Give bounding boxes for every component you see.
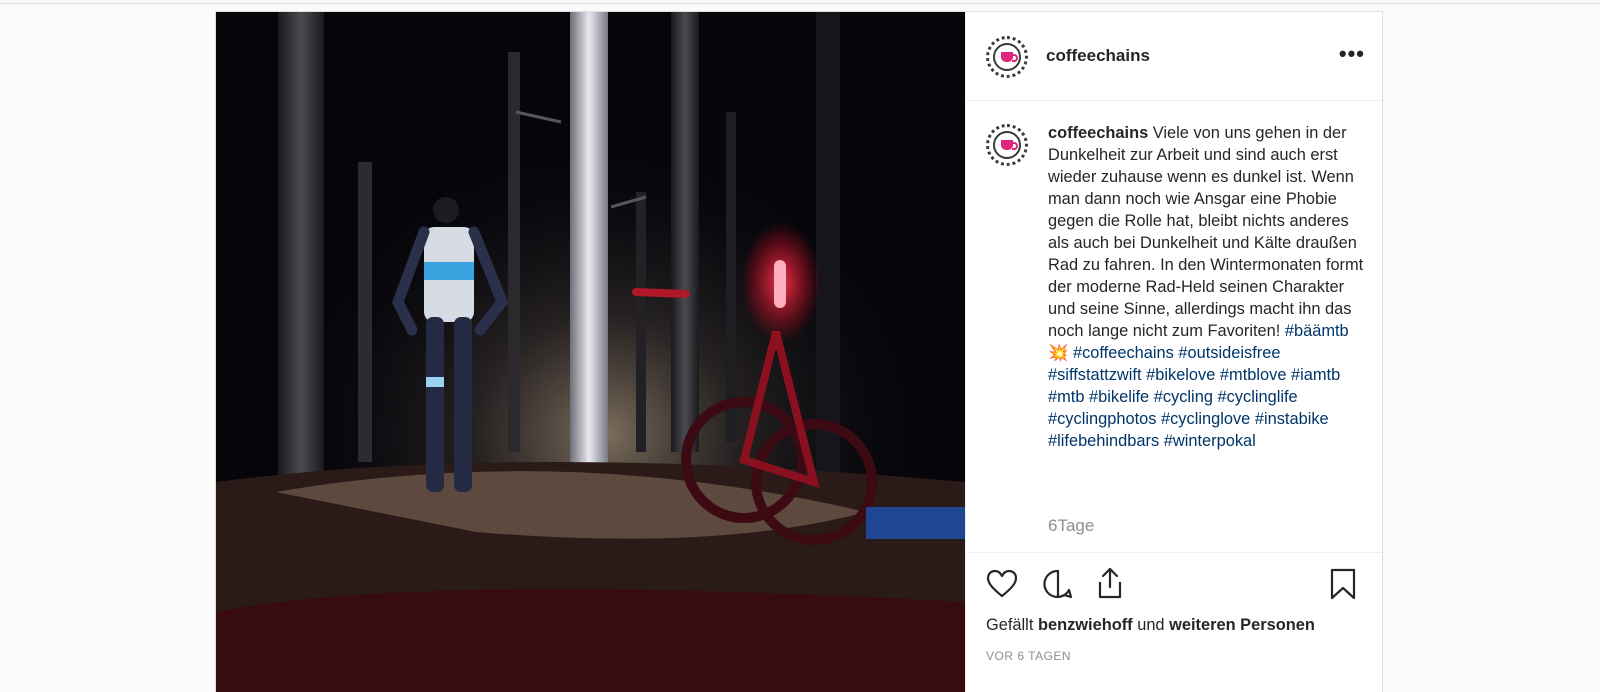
hashtag-link[interactable]: #cyclinglove xyxy=(1161,410,1250,428)
comment-icon[interactable] xyxy=(1042,568,1074,600)
comment-age: 6Tage xyxy=(1048,516,1095,535)
hashtag-link[interactable]: #lifebehindbars xyxy=(1048,432,1159,450)
avatar[interactable] xyxy=(986,36,1028,78)
post-caption: coffeechains Viele von uns gehen in der … xyxy=(1048,122,1366,452)
hashtag-link[interactable]: #cyclinglife xyxy=(1218,388,1298,406)
caption-hashtags: #bäämtb 💥 #coffeechains #outsideisfree #s… xyxy=(1048,322,1349,450)
heart-icon[interactable] xyxy=(986,568,1018,600)
divider xyxy=(966,552,1385,553)
liked-by-user[interactable]: benzwiehoff xyxy=(1038,616,1133,634)
hashtag-link[interactable]: #coffeechains xyxy=(1073,344,1174,362)
caption-text: Viele von uns gehen in der Dunkelheit zu… xyxy=(1048,124,1364,340)
post-card: coffeechains ••• coffeechains Viele von … xyxy=(215,11,1385,692)
browser-top-border xyxy=(0,0,1600,4)
caption-avatar[interactable] xyxy=(986,124,1028,166)
hashtag-link[interactable]: #bikelife xyxy=(1089,388,1149,406)
post-timestamp[interactable]: VOR 6 TAGEN xyxy=(986,649,1071,663)
night-forest-cyclist-image xyxy=(216,12,965,692)
header-username[interactable]: coffeechains xyxy=(1046,46,1150,66)
hashtag-link[interactable]: #outsideisfree xyxy=(1178,344,1280,362)
coffee-cup-icon xyxy=(1001,52,1018,62)
coffee-cup-icon xyxy=(1001,140,1018,150)
explosion-emoji-icon: 💥 xyxy=(1048,344,1069,362)
hashtag-link[interactable]: #iamtb xyxy=(1291,366,1340,384)
hashtag-link[interactable]: #instabike xyxy=(1255,410,1329,428)
hashtag-link[interactable]: #bikelove xyxy=(1146,366,1215,384)
likes-summary: Gefällt benzwiehoff und weiteren Persone… xyxy=(986,616,1315,634)
bookmark-icon[interactable] xyxy=(1328,567,1358,601)
hashtag-link[interactable]: #cyclingphotos xyxy=(1048,410,1156,428)
hashtag-link[interactable]: #siffstattzwift xyxy=(1048,366,1142,384)
hashtag-link[interactable]: #winterpokal xyxy=(1164,432,1256,450)
hashtag-link[interactable]: #bäämtb xyxy=(1285,322,1349,340)
share-icon[interactable] xyxy=(1094,566,1126,600)
more-options-icon[interactable]: ••• xyxy=(1339,43,1365,65)
hashtag-link[interactable]: #cycling xyxy=(1154,388,1213,406)
hashtag-link[interactable]: #mtb xyxy=(1048,388,1084,406)
post-photo[interactable] xyxy=(216,12,965,692)
liked-by-others[interactable]: weiteren Personen xyxy=(1169,616,1315,634)
post-sidebar: coffeechains ••• coffeechains Viele von … xyxy=(965,12,1385,692)
post-header: coffeechains ••• xyxy=(966,12,1385,101)
caption-username[interactable]: coffeechains xyxy=(1048,124,1148,142)
hashtag-link[interactable]: #mtblove xyxy=(1220,366,1287,384)
